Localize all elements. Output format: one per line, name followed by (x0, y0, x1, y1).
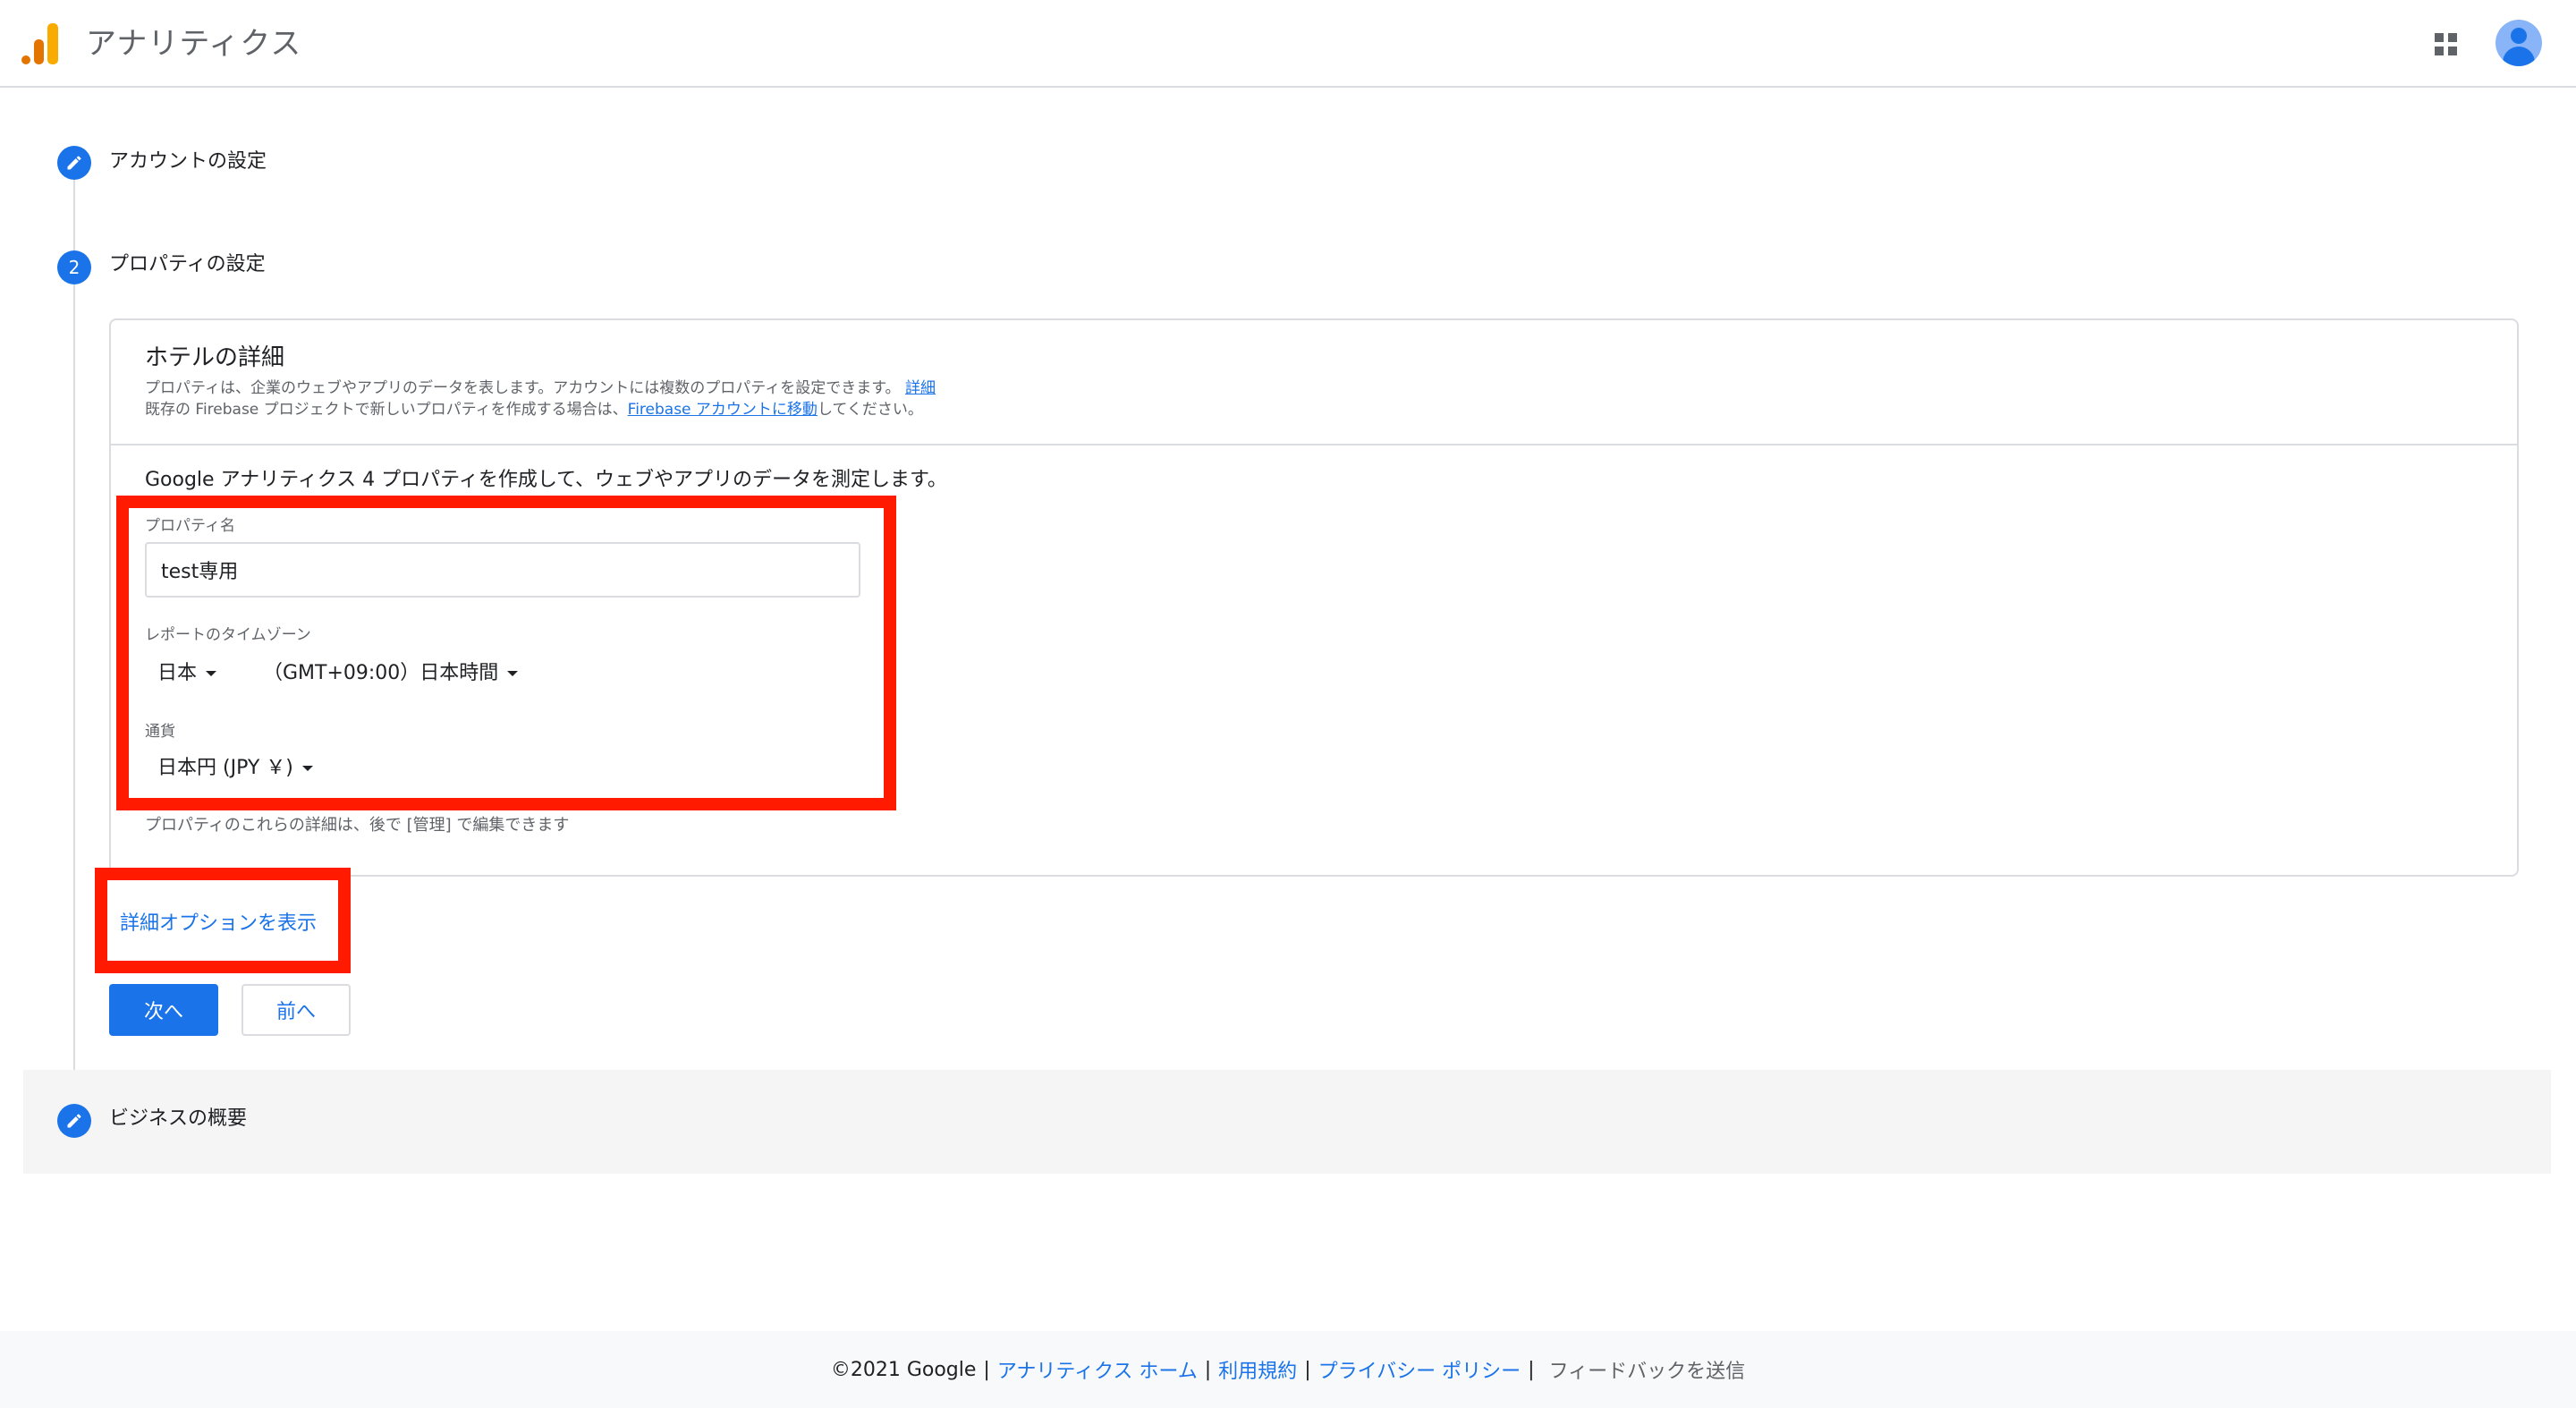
dropdown-caret-icon (206, 671, 217, 676)
top-app-bar: アナリティクス (0, 0, 2576, 88)
step-3-edit-icon[interactable] (57, 1104, 91, 1138)
property-name-input[interactable] (145, 542, 860, 598)
learn-more-link[interactable]: 詳細 (905, 379, 936, 397)
firebase-account-link[interactable]: Firebase アカウントに移動 (628, 401, 818, 419)
back-button[interactable]: 前へ (242, 984, 351, 1036)
property-details-card: ホテルの詳細 プロパティは、企業のウェブやアプリのデータを表します。アカウントに… (109, 318, 2519, 877)
next-button[interactable]: 次へ (109, 984, 218, 1036)
stepper-connector (73, 179, 75, 252)
timezone-country-select[interactable]: 日本 (157, 658, 217, 689)
step-2-number: 2 (57, 250, 91, 284)
card-description-2: 既存の Firebase プロジェクトで新しいプロパティを作成する場合は、Fir… (145, 401, 923, 419)
timezone-select[interactable]: （GMT+09:00）日本時間 (263, 658, 519, 689)
step-business-band (23, 1070, 2551, 1174)
footer-analytics-home-link[interactable]: アナリティクス ホーム (997, 1355, 1198, 1384)
apps-grid-icon[interactable] (2435, 33, 2458, 56)
footer-feedback-link[interactable]: フィードバックを送信 (1549, 1355, 1746, 1384)
step-account-settings[interactable]: アカウントの設定 (109, 148, 267, 175)
dropdown-caret-icon (507, 671, 519, 676)
step-property-settings[interactable]: プロパティの設定 (109, 251, 266, 278)
account-avatar[interactable] (2496, 20, 2542, 66)
timezone-label: レポートのタイムゾーン (145, 626, 311, 644)
analytics-logo-icon[interactable] (21, 23, 59, 64)
card-title: ホテルの詳細 (145, 344, 285, 371)
step-business-overview[interactable]: ビジネスの概要 (109, 1106, 247, 1132)
dropdown-caret-icon (301, 766, 313, 771)
step-1-edit-icon[interactable] (57, 146, 91, 180)
card-description-1: プロパティは、企業のウェブやアプリのデータを表します。アカウントには複数のプロパ… (145, 379, 936, 397)
page-footer: ©2021 Google | アナリティクス ホーム | 利用規約 | プライバ… (0, 1331, 2576, 1408)
show-advanced-options-link[interactable]: 詳細オプションを表示 (120, 911, 317, 937)
footer-terms-link[interactable]: 利用規約 (1218, 1355, 1297, 1384)
card-divider (111, 444, 2517, 445)
card-intro: Google アナリティクス 4 プロパティを作成して、ウェブやアプリのデータを… (145, 469, 947, 491)
stepper-connector (73, 284, 75, 1079)
property-name-label: プロパティ名 (145, 517, 235, 535)
footer-privacy-link[interactable]: プライバシー ポリシー (1318, 1355, 1521, 1384)
app-title: アナリティクス (86, 26, 302, 62)
edit-later-note: プロパティのこれらの詳細は、後で [管理] で編集できます (145, 816, 570, 835)
currency-label: 通貨 (145, 723, 175, 741)
currency-select[interactable]: 日本円 (JPY ￥) (157, 753, 313, 784)
footer-copyright: ©2021 Google (830, 1358, 977, 1381)
